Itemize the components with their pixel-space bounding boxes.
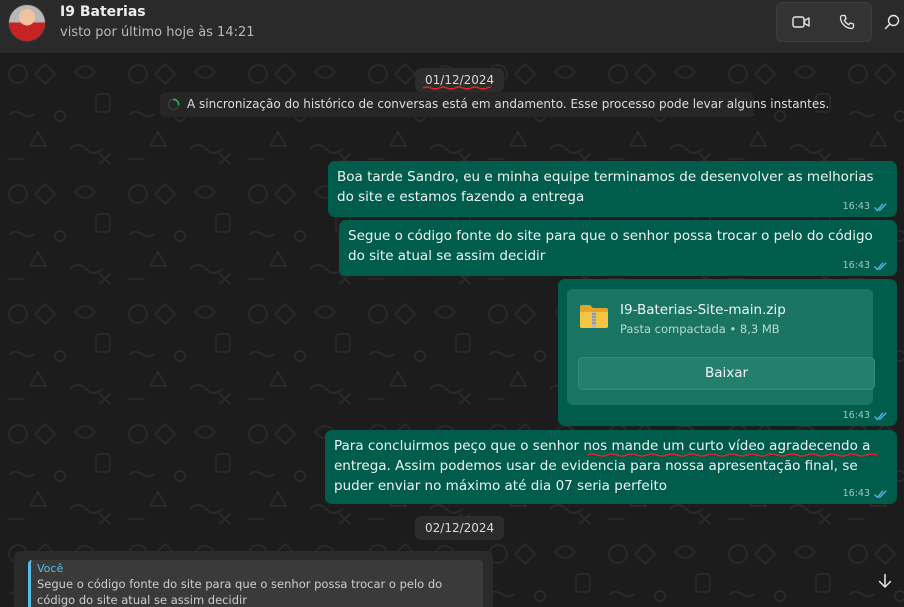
read-receipt-icon (874, 262, 887, 270)
outgoing-file-message[interactable]: I9-Baterias-Site-main.zip Pasta compacta… (558, 279, 897, 426)
date-separator: 02/12/2024 (415, 516, 505, 540)
quoted-message[interactable]: Você Segue o código fonte do site para q… (28, 560, 483, 607)
message-meta: 16:43 (843, 488, 887, 500)
message-list[interactable]: 01/12/2024 A sincronização do histórico … (0, 54, 904, 607)
contact-avatar[interactable] (8, 4, 46, 42)
voice-call-button[interactable] (829, 5, 865, 39)
file-attachment-card[interactable]: I9-Baterias-Site-main.zip Pasta compacta… (567, 289, 875, 405)
video-call-button[interactable] (783, 5, 819, 39)
outgoing-message[interactable]: Segue o código fonte do site para que o … (339, 220, 897, 276)
sync-banner-text: A sincronização do histórico de conversa… (187, 97, 830, 111)
voice-call-icon (839, 14, 855, 30)
outgoing-message[interactable]: Para concluirmos peço que o senhor nos m… (325, 430, 897, 504)
message-meta: 16:43 (843, 260, 887, 272)
file-name: I9-Baterias-Site-main.zip (620, 302, 786, 318)
history-sync-banner: A sincronização do histórico de conversa… (160, 92, 829, 117)
quoted-author: Você (37, 562, 64, 575)
message-time: 16:43 (842, 201, 870, 212)
download-button[interactable]: Baixar (578, 357, 875, 390)
contact-last-seen: visto por último hoje às 14:21 (60, 25, 255, 40)
search-icon (884, 14, 900, 30)
scroll-to-bottom-button[interactable] (870, 566, 900, 596)
date-label: 02/12/2024 (425, 521, 495, 535)
read-receipt-icon (874, 203, 887, 211)
message-meta: 16:43 (843, 410, 887, 422)
message-time: 16:43 (842, 260, 870, 271)
contact-name[interactable]: I9 Baterias (60, 4, 146, 20)
message-time: 16:43 (842, 410, 870, 421)
message-text: Para concluirmos peço que o senhor nos m… (334, 438, 871, 494)
search-button[interactable] (880, 5, 904, 39)
red-underline-annotation (587, 453, 877, 457)
outgoing-message[interactable]: Boa tarde Sandro, eu e minha equipe term… (328, 161, 897, 217)
red-underline-annotation (423, 86, 491, 90)
message-text: Boa tarde Sandro, eu e minha equipe term… (337, 169, 874, 205)
message-meta: 16:43 (843, 201, 887, 213)
call-buttons-group (776, 2, 872, 42)
file-info: Pasta compactada • 8,3 MB (620, 322, 780, 336)
arrow-down-icon (878, 573, 892, 588)
zip-folder-icon (580, 305, 608, 328)
message-text: Segue o código fonte do site para que o … (348, 228, 873, 264)
date-label: 01/12/2024 (425, 73, 495, 87)
quoted-text: Segue o código fonte do site para que o … (37, 577, 443, 607)
read-receipt-icon (874, 412, 887, 420)
read-receipt-icon (874, 490, 887, 498)
message-time: 16:43 (842, 488, 870, 499)
incoming-message[interactable]: Você Segue o código fonte do site para q… (14, 551, 493, 607)
loading-spinner-icon (167, 98, 180, 111)
chat-header: I9 Baterias visto por último hoje às 14:… (0, 0, 904, 54)
video-call-icon (792, 16, 810, 28)
